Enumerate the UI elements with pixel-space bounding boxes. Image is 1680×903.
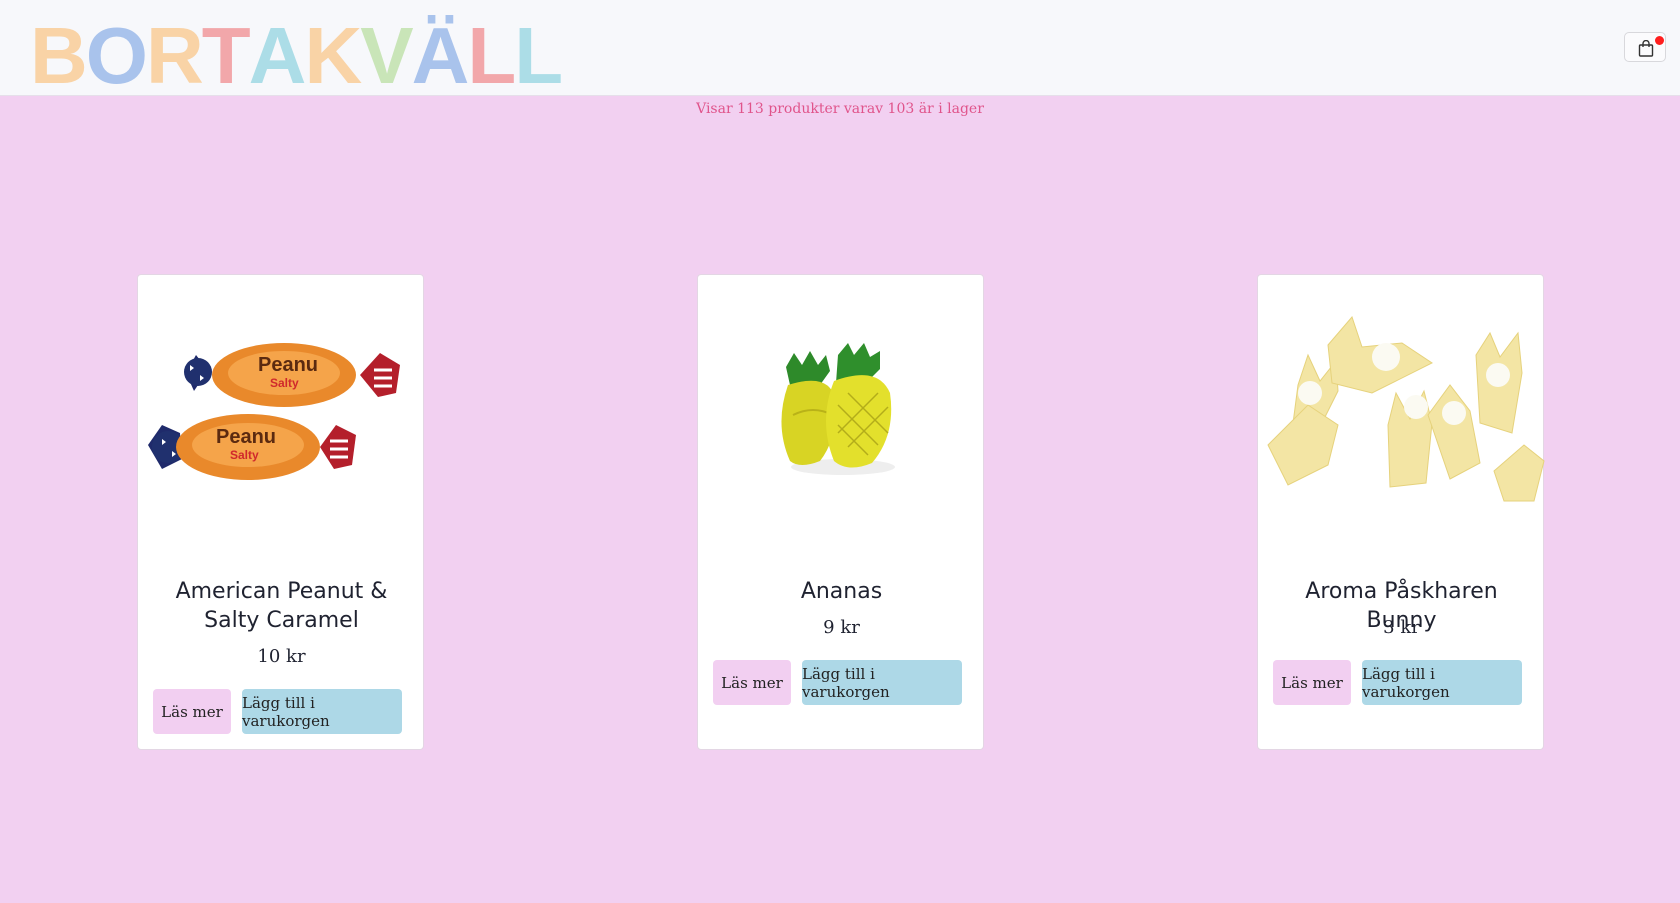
product-price: 3 kr bbox=[1383, 617, 1420, 638]
add-to-cart-button[interactable]: Lägg till i varukorgen bbox=[1362, 660, 1522, 705]
logo-letter: T bbox=[201, 11, 251, 100]
logo-letter: V bbox=[360, 11, 413, 100]
shopping-bag-icon bbox=[1638, 40, 1654, 57]
svg-text:Salty: Salty bbox=[270, 376, 299, 390]
read-more-button[interactable]: Läs mer bbox=[153, 689, 231, 734]
svg-text:Peanu: Peanu bbox=[258, 354, 318, 376]
logo-letter: Ä bbox=[411, 11, 470, 100]
logo-letter: K bbox=[304, 11, 362, 100]
cart-button[interactable] bbox=[1624, 32, 1666, 62]
read-more-button[interactable]: Läs mer bbox=[713, 660, 791, 705]
product-card: Ananas 9 kr Läs mer Lägg till i varukorg… bbox=[697, 274, 984, 750]
svg-text:Peanu: Peanu bbox=[216, 426, 276, 448]
logo-letter: B bbox=[30, 11, 88, 100]
product-card: Peanu Salty Peanu Salty American Peanut … bbox=[137, 274, 424, 750]
read-more-button[interactable]: Läs mer bbox=[1273, 660, 1351, 705]
product-card: Aroma Påskharen Bunny 3 kr Läs mer Lägg … bbox=[1257, 274, 1545, 750]
product-price: 9 kr bbox=[823, 617, 860, 638]
product-name[interactable]: Ananas bbox=[712, 577, 971, 606]
logo-letter: A bbox=[248, 11, 307, 100]
add-to-cart-button[interactable]: Lägg till i varukorgen bbox=[802, 660, 962, 705]
site-logo[interactable]: BORTAKVÄLL bbox=[30, 10, 563, 100]
add-to-cart-button[interactable]: Lägg till i varukorgen bbox=[242, 689, 402, 734]
svg-text:Salty: Salty bbox=[230, 448, 259, 462]
product-name[interactable]: American Peanut & Salty Caramel bbox=[152, 577, 411, 635]
logo-letter: L bbox=[467, 11, 516, 100]
cart-notification-dot bbox=[1655, 36, 1664, 45]
stock-info: Visar 113 produkter varav 103 är i lager bbox=[696, 101, 984, 117]
bunny-candy-image[interactable] bbox=[1258, 275, 1545, 555]
logo-letter: R bbox=[146, 11, 204, 100]
peanut-caramel-candy-image[interactable]: Peanu Salty Peanu Salty bbox=[138, 275, 425, 555]
logo-letter: O bbox=[85, 11, 148, 100]
product-price: 10 kr bbox=[257, 646, 306, 667]
site-header: BORTAKVÄLL bbox=[0, 0, 1680, 100]
logo-letter: L bbox=[514, 11, 563, 100]
pineapple-candy-image[interactable] bbox=[698, 275, 985, 555]
